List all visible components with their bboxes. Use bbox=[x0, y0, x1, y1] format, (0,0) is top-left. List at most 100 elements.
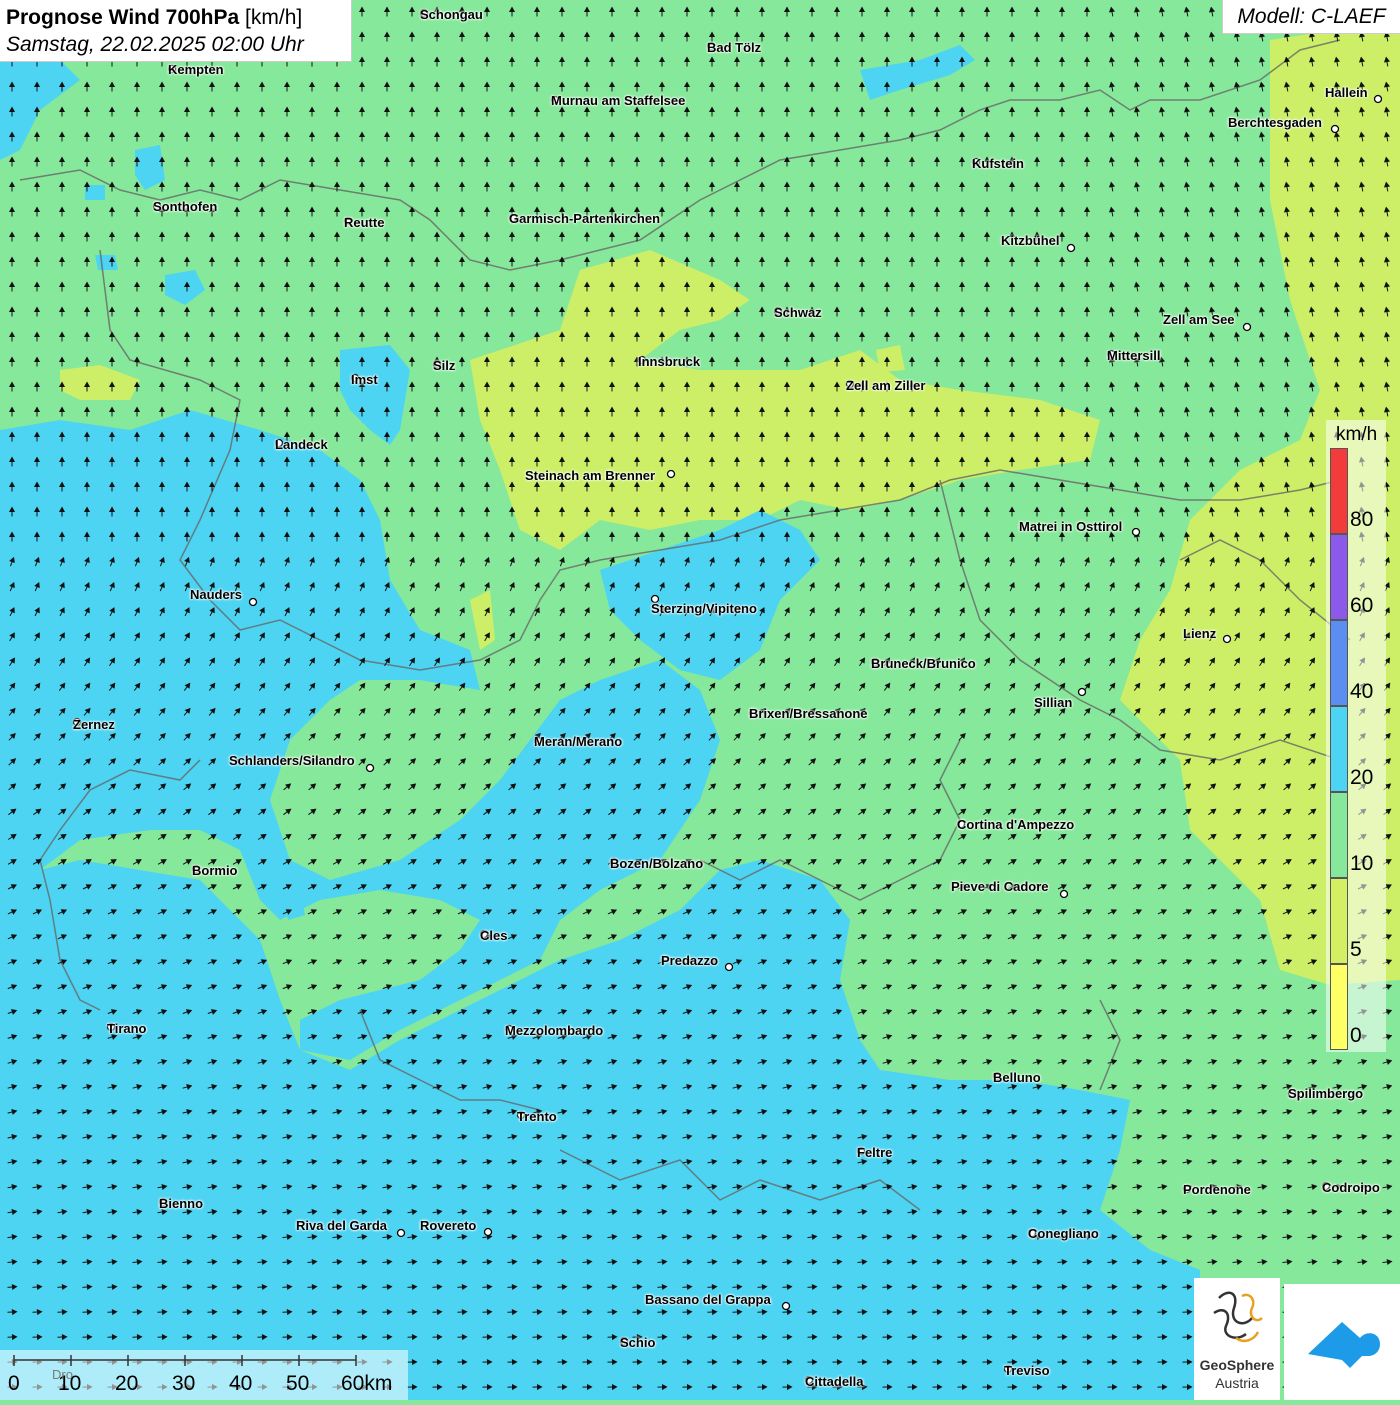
city-garmisch: Garmisch-Partenkirchen bbox=[509, 211, 660, 226]
city-hallein: Hallein bbox=[1325, 85, 1368, 100]
city-kufstein: Kufstein bbox=[972, 156, 1024, 171]
city-pieve-di-cadore: Pieve di Cadore bbox=[951, 879, 1049, 894]
city-predazzo: Predazzo bbox=[661, 953, 718, 968]
city-reutte: Reutte bbox=[344, 215, 384, 230]
city-berchtesgaden: Berchtesgaden bbox=[1228, 115, 1322, 130]
city-steinach: Steinach am Brenner bbox=[525, 468, 655, 483]
legend-swatch-10-20 bbox=[1330, 792, 1348, 878]
city-marker bbox=[783, 1303, 790, 1310]
model-label: Modell: C-LAEF bbox=[1222, 0, 1400, 34]
cloud-app-icon-graphic bbox=[1284, 1284, 1400, 1400]
legend-swatch-20-40 bbox=[1330, 706, 1348, 792]
city-schlanders: Schlanders/Silandro bbox=[229, 753, 355, 768]
city-marker bbox=[398, 1230, 405, 1237]
scale-faint-label: Dro bbox=[52, 1367, 73, 1382]
city-mittersill: Mittersill bbox=[1107, 348, 1160, 363]
map-title: Prognose Wind 700hPa [km/h] bbox=[6, 4, 345, 31]
city-marker bbox=[1061, 891, 1068, 898]
scale-bar: 0 10 20 30 40 50 60km Dro bbox=[0, 1350, 408, 1400]
title-box: Prognose Wind 700hPa [km/h] Samstag, 22.… bbox=[0, 0, 352, 62]
geosphere-name: GeoSphere bbox=[1194, 1357, 1280, 1373]
scale-label-40: 40 bbox=[229, 1372, 252, 1396]
city-bozen: Bozen/Bolzano bbox=[610, 856, 703, 871]
legend-swatch-5-10 bbox=[1330, 878, 1348, 964]
city-brixen: Brixen/Bressanone bbox=[749, 706, 868, 721]
city-zell-am-ziller: Zell am Ziller bbox=[846, 378, 925, 393]
scale-label-50: 50 bbox=[286, 1372, 309, 1396]
city-rovereto: Rovereto bbox=[420, 1218, 476, 1233]
city-marker bbox=[1068, 245, 1075, 252]
geosphere-sub: Austria bbox=[1194, 1375, 1280, 1391]
city-pordenone: Pordenone bbox=[1183, 1182, 1251, 1197]
legend-label-60: 60 bbox=[1350, 594, 1373, 618]
city-marker bbox=[1244, 324, 1251, 331]
city-kempten: Kempten bbox=[168, 62, 224, 77]
city-trento: Trento bbox=[517, 1109, 557, 1124]
city-bassano: Bassano del Grappa bbox=[645, 1292, 771, 1307]
scale-label-0: 0 bbox=[8, 1372, 20, 1396]
city-cles: Cles bbox=[480, 928, 507, 943]
map-title-unit: [km/h] bbox=[245, 6, 302, 29]
geosphere-logo-icon bbox=[1194, 1278, 1280, 1356]
city-cortina: Cortina d'Ampezzo bbox=[957, 817, 1074, 832]
legend-label-10: 10 bbox=[1350, 852, 1373, 876]
city-feltre: Feltre bbox=[857, 1145, 892, 1160]
city-lienz: Lienz bbox=[1183, 626, 1216, 641]
city-sillian: Sillian bbox=[1034, 695, 1072, 710]
city-treviso: Treviso bbox=[1004, 1363, 1050, 1378]
city-imst: Imst bbox=[351, 372, 378, 387]
city-marker bbox=[485, 1229, 492, 1236]
city-kitzbuehel: Kitzbühel bbox=[1001, 233, 1060, 248]
map-title-main: Prognose Wind 700hPa bbox=[6, 6, 239, 29]
city-marker bbox=[668, 471, 675, 478]
city-belluno: Belluno bbox=[993, 1070, 1041, 1085]
city-nauders: Nauders bbox=[190, 587, 242, 602]
legend-label-40: 40 bbox=[1350, 680, 1373, 704]
city-marker bbox=[1332, 126, 1339, 133]
city-mezzolombardo: Mezzolombardo bbox=[505, 1023, 603, 1038]
legend-unit: km/h bbox=[1336, 424, 1377, 446]
city-spilimbergo: Spilimbergo bbox=[1288, 1086, 1363, 1101]
city-marker bbox=[1224, 636, 1231, 643]
city-meran: Meran/Merano bbox=[534, 734, 622, 749]
city-marker bbox=[726, 964, 733, 971]
city-sterzing: Sterzing/Vipiteno bbox=[651, 601, 757, 616]
city-bienno: Bienno bbox=[159, 1196, 203, 1211]
city-marker bbox=[250, 599, 257, 606]
city-marker bbox=[367, 765, 374, 772]
scale-label-60km: 60km bbox=[341, 1372, 392, 1396]
city-marker bbox=[1133, 529, 1140, 536]
legend-swatch-40-60 bbox=[1330, 620, 1348, 706]
city-schio: Schio bbox=[620, 1335, 655, 1350]
city-bad-toelz: Bad Tölz bbox=[707, 40, 761, 55]
city-codroipo: Codroipo bbox=[1322, 1180, 1380, 1195]
city-marker bbox=[1079, 689, 1086, 696]
city-bruneck: Bruneck/Brunico bbox=[871, 656, 976, 671]
legend-label-0: 0 bbox=[1350, 1024, 1362, 1048]
city-marker bbox=[1375, 96, 1382, 103]
scale-label-20: 20 bbox=[115, 1372, 138, 1396]
legend-label-80: 80 bbox=[1350, 508, 1373, 532]
city-innsbruck: Innsbruck bbox=[638, 354, 700, 369]
city-bormio: Bormio bbox=[192, 863, 238, 878]
city-riva-del-garda: Riva del Garda bbox=[296, 1218, 387, 1233]
legend-label-5: 5 bbox=[1350, 938, 1362, 962]
city-cittadella: Cittadella bbox=[805, 1374, 864, 1389]
color-legend: km/h 80 60 40 20 10 5 0 bbox=[1326, 420, 1386, 1052]
legend-swatch-0-5 bbox=[1330, 964, 1348, 1050]
geosphere-logo: GeoSphere Austria bbox=[1194, 1278, 1280, 1400]
city-zell-am-see: Zell am See bbox=[1163, 312, 1235, 327]
legend-label-20: 20 bbox=[1350, 766, 1373, 790]
city-schongau: Schongau bbox=[420, 7, 483, 22]
city-conegliano: Conegliano bbox=[1028, 1226, 1099, 1241]
city-silz: Silz bbox=[433, 358, 455, 373]
city-sonthofen: Sonthofen bbox=[153, 199, 217, 214]
city-matrei: Matrei in Osttirol bbox=[1019, 519, 1122, 534]
city-murnau: Murnau am Staffelsee bbox=[551, 93, 685, 108]
city-landeck: Landeck bbox=[275, 437, 328, 452]
legend-swatch-80plus bbox=[1330, 448, 1348, 534]
map-datetime: Samstag, 22.02.2025 02:00 Uhr bbox=[6, 31, 345, 58]
city-schwaz: Schwaz bbox=[774, 305, 822, 320]
legend-swatch-60-80 bbox=[1330, 534, 1348, 620]
cloud-app-icon bbox=[1284, 1284, 1400, 1400]
